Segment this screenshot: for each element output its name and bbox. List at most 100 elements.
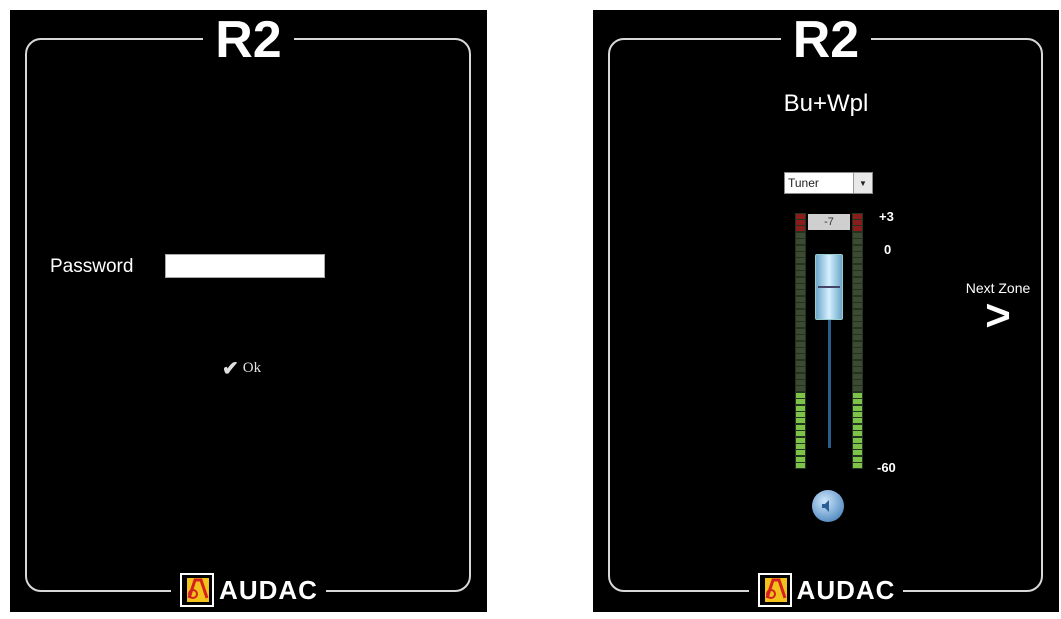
meter-segment <box>796 226 805 232</box>
zone-panel: R2 Bu+Wpl Tuner ▼ +3 0 -60 -7 Next Zone … <box>593 10 1059 612</box>
meter-segment <box>796 322 805 328</box>
meter-segment <box>796 328 805 334</box>
meter-segment <box>853 411 862 418</box>
meter-segment <box>853 392 862 398</box>
meter-segment <box>796 315 805 322</box>
panel-title: R2 <box>10 11 487 69</box>
scale-top-label: +3 <box>879 209 894 224</box>
logo-text: AUDAC <box>219 574 318 605</box>
meter-segment <box>853 219 862 226</box>
meter-segment <box>853 405 862 411</box>
meter-segment <box>796 424 805 430</box>
meter-segment <box>796 213 805 219</box>
meter-segment <box>853 239 862 245</box>
meter-segment <box>853 431 862 437</box>
audac-logo-icon <box>180 573 215 607</box>
meter-segment <box>796 251 805 258</box>
meter-segment <box>853 226 862 232</box>
meter-segment <box>796 386 805 392</box>
meter-segment <box>796 232 805 238</box>
mute-button[interactable] <box>812 490 844 522</box>
password-label: Password <box>50 256 134 277</box>
meter-segment <box>853 328 862 334</box>
meter-segment <box>796 271 805 277</box>
logo-text: AUDAC <box>796 574 896 605</box>
meter-segment <box>796 283 805 290</box>
password-input[interactable] <box>165 254 325 278</box>
meter-segment <box>796 367 805 373</box>
meter-segment <box>853 264 862 270</box>
meter-segment <box>853 315 862 322</box>
source-select-value: Tuner <box>788 176 819 190</box>
panel-frame <box>25 38 471 592</box>
meter-segment <box>796 411 805 418</box>
meter-segment <box>853 283 862 290</box>
audac-logo-icon <box>757 573 792 607</box>
meter-segment <box>796 450 805 456</box>
level-meter-left <box>795 213 806 469</box>
level-meter-right <box>852 213 863 469</box>
meter-segment <box>853 245 862 251</box>
meter-segment <box>853 463 862 469</box>
meter-segment <box>796 341 805 347</box>
meter-segment <box>796 347 805 354</box>
meter-segment <box>853 379 862 386</box>
zone-name: Bu+Wpl <box>783 90 869 117</box>
meter-segment <box>796 399 805 405</box>
speaker-icon <box>822 500 829 512</box>
meter-segment <box>796 335 805 341</box>
source-select[interactable]: Tuner ▼ <box>784 172 873 194</box>
meter-segment <box>853 443 862 450</box>
scale-zero-label: 0 <box>884 242 892 257</box>
meter-segment <box>853 437 862 443</box>
meter-segment <box>796 443 805 450</box>
volume-readout: -7 <box>808 214 850 230</box>
chevron-down-icon[interactable]: ▼ <box>853 173 872 193</box>
ok-label: Ok <box>242 360 262 376</box>
volume-fader-knob[interactable] <box>815 254 843 320</box>
meter-segment <box>853 386 862 392</box>
meter-segment <box>796 219 805 226</box>
meter-segment <box>853 303 862 309</box>
meter-segment <box>796 239 805 245</box>
meter-segment <box>796 418 805 424</box>
meter-segment <box>853 456 862 462</box>
meter-segment <box>796 296 805 302</box>
meter-segment <box>853 309 862 315</box>
login-panel: R2 Password ✔ Ok AUDAC <box>10 10 487 612</box>
meter-segment <box>853 296 862 302</box>
panel-title: R2 <box>593 11 1059 69</box>
chevron-right-icon: > <box>985 291 1011 340</box>
meter-segment <box>796 405 805 411</box>
brand-logo: AUDAC <box>593 572 1059 608</box>
meter-segment <box>853 251 862 258</box>
scale-bottom-label: -60 <box>877 460 896 475</box>
meter-segment <box>853 271 862 277</box>
meter-segment <box>853 418 862 424</box>
meter-segment <box>853 277 862 283</box>
meter-segment <box>796 456 805 462</box>
meter-segment <box>796 360 805 366</box>
meter-segment <box>796 392 805 398</box>
meter-segment <box>796 373 805 379</box>
meter-segment <box>796 437 805 443</box>
ok-button[interactable]: ✔ Ok <box>222 356 261 381</box>
brand-logo: AUDAC <box>10 572 487 608</box>
meter-segment <box>853 290 862 296</box>
meter-segment <box>796 303 805 309</box>
meter-segment <box>853 335 862 341</box>
meter-segment <box>796 431 805 437</box>
meter-segment <box>853 232 862 238</box>
meter-segment <box>853 450 862 456</box>
meter-segment <box>853 360 862 366</box>
meter-segment <box>796 354 805 360</box>
meter-segment <box>853 373 862 379</box>
next-zone-button[interactable]: Next Zone > <box>953 280 1043 340</box>
meter-segment <box>853 258 862 264</box>
meter-segment <box>853 424 862 430</box>
meter-segment <box>853 213 862 219</box>
meter-segment <box>796 463 805 469</box>
meter-segment <box>796 264 805 270</box>
meter-segment <box>796 277 805 283</box>
meter-segment <box>796 309 805 315</box>
